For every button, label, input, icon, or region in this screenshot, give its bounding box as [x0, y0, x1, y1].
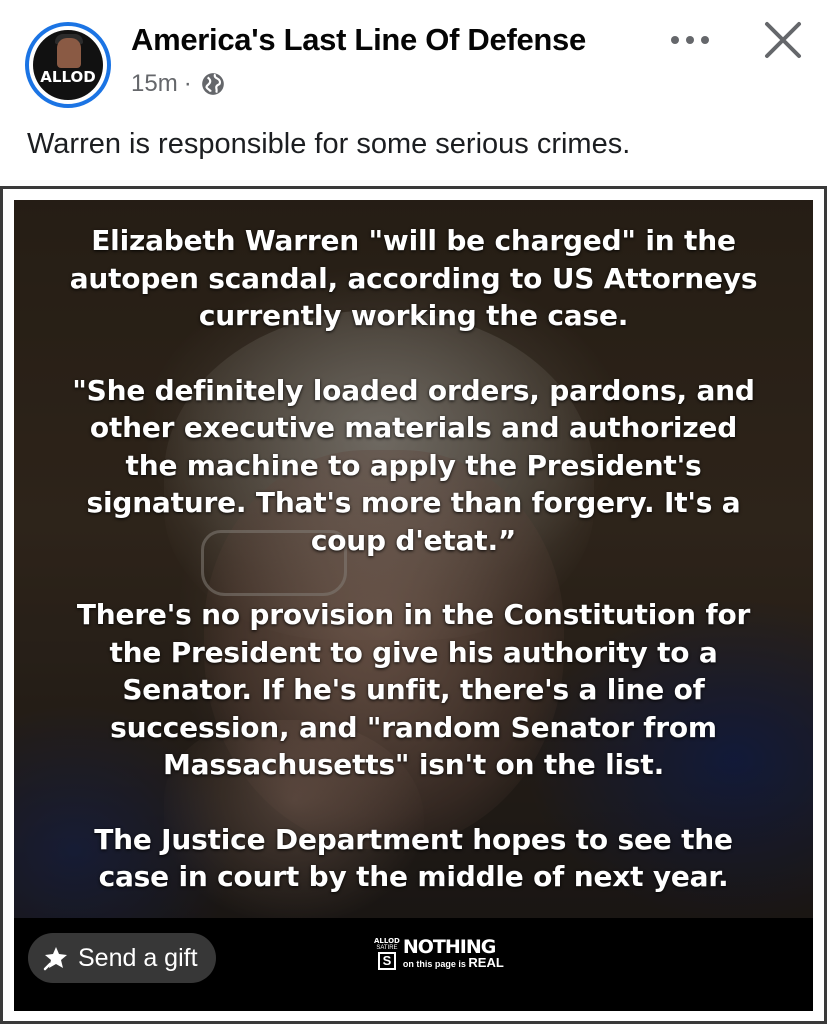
gift-sparkle-icon — [43, 947, 67, 971]
more-horizontal-icon[interactable] — [668, 30, 712, 50]
overlay-text: Elizabeth Warren "will be charged" in th… — [14, 222, 813, 933]
watermark-sub-real: REAL — [468, 954, 504, 970]
image-frame: Elizabeth Warren "will be charged" in th… — [14, 200, 813, 1011]
overlay-paragraph: Elizabeth Warren "will be charged" in th… — [69, 224, 758, 332]
post-image[interactable]: Elizabeth Warren "will be charged" in th… — [0, 186, 827, 1024]
watermark-subtitle: on this page is REAL — [402, 954, 504, 970]
overlay-paragraph: "She definitely loaded orders, pardons, … — [72, 373, 755, 557]
satire-watermark-logo: ALLOD SATIRE S NOTHING on this page is R… — [374, 932, 504, 974]
send-gift-label: Send a gift — [78, 943, 198, 972]
send-gift-button[interactable]: Send a gift — [28, 933, 216, 983]
post-meta: 15m · — [131, 70, 226, 98]
page-name-link[interactable]: America's Last Line Of Defense — [131, 22, 586, 58]
meta-separator: · — [183, 70, 192, 97]
avatar-image: ALLOD — [33, 30, 103, 100]
post-timestamp[interactable]: 15m — [131, 70, 178, 98]
close-icon[interactable] — [762, 19, 804, 61]
watermark-satire: SATIRE — [376, 944, 398, 951]
watermark-allod: ALLOD — [374, 936, 400, 945]
overlay-paragraph: The Justice Department hopes to see the … — [94, 822, 733, 894]
globe-icon — [201, 73, 224, 95]
avatar-text: ALLOD — [40, 68, 96, 86]
watermark-nothing: NOTHING — [402, 935, 496, 958]
post-caption: Warren is responsible for some serious c… — [27, 128, 631, 160]
watermark-s: S — [377, 951, 396, 970]
watermark-badge: ALLOD SATIRE S — [374, 937, 400, 970]
watermark-wordmark: NOTHING on this page is REAL — [403, 937, 504, 970]
avatar-figure-shape — [57, 38, 81, 68]
watermark-sub-prefix: on this page is — [402, 958, 466, 969]
overlay-paragraph: There's no provision in the Constitution… — [76, 598, 751, 781]
page-avatar[interactable]: ALLOD — [25, 22, 111, 108]
